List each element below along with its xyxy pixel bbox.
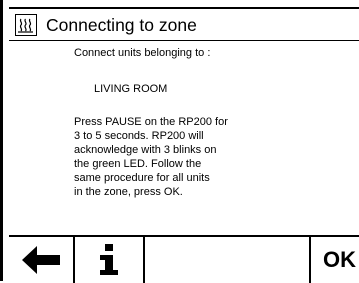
instruction-line: in the zone, press OK. bbox=[74, 186, 183, 198]
instruction-line: same procedure for all units bbox=[74, 172, 210, 184]
zone-name: LIVING ROOM bbox=[94, 83, 168, 95]
instruction-line: acknowledge with 3 blinks on bbox=[74, 144, 217, 156]
bottom-toolbar: OK bbox=[9, 235, 359, 283]
back-button[interactable] bbox=[9, 237, 75, 283]
arrow-left-icon bbox=[22, 246, 60, 274]
window-frame-edge bbox=[0, 0, 3, 281]
dialog-title: Connecting to zone bbox=[46, 15, 197, 35]
instruction-line: Press PAUSE on the RP200 for bbox=[74, 116, 228, 128]
heating-zone-icon bbox=[15, 14, 37, 36]
title-bar: Connecting to zone bbox=[9, 9, 359, 41]
ok-button[interactable]: OK bbox=[309, 237, 359, 283]
dialog-screen: Connecting to zone Connect units belongi… bbox=[9, 7, 359, 283]
instruction-line: 3 to 5 seconds. RP200 will bbox=[74, 130, 204, 142]
intro-text: Connect units belonging to : bbox=[74, 47, 211, 59]
instruction-line: the green LED. Follow the bbox=[74, 158, 202, 170]
info-icon bbox=[100, 244, 118, 275]
info-button[interactable] bbox=[75, 237, 145, 283]
